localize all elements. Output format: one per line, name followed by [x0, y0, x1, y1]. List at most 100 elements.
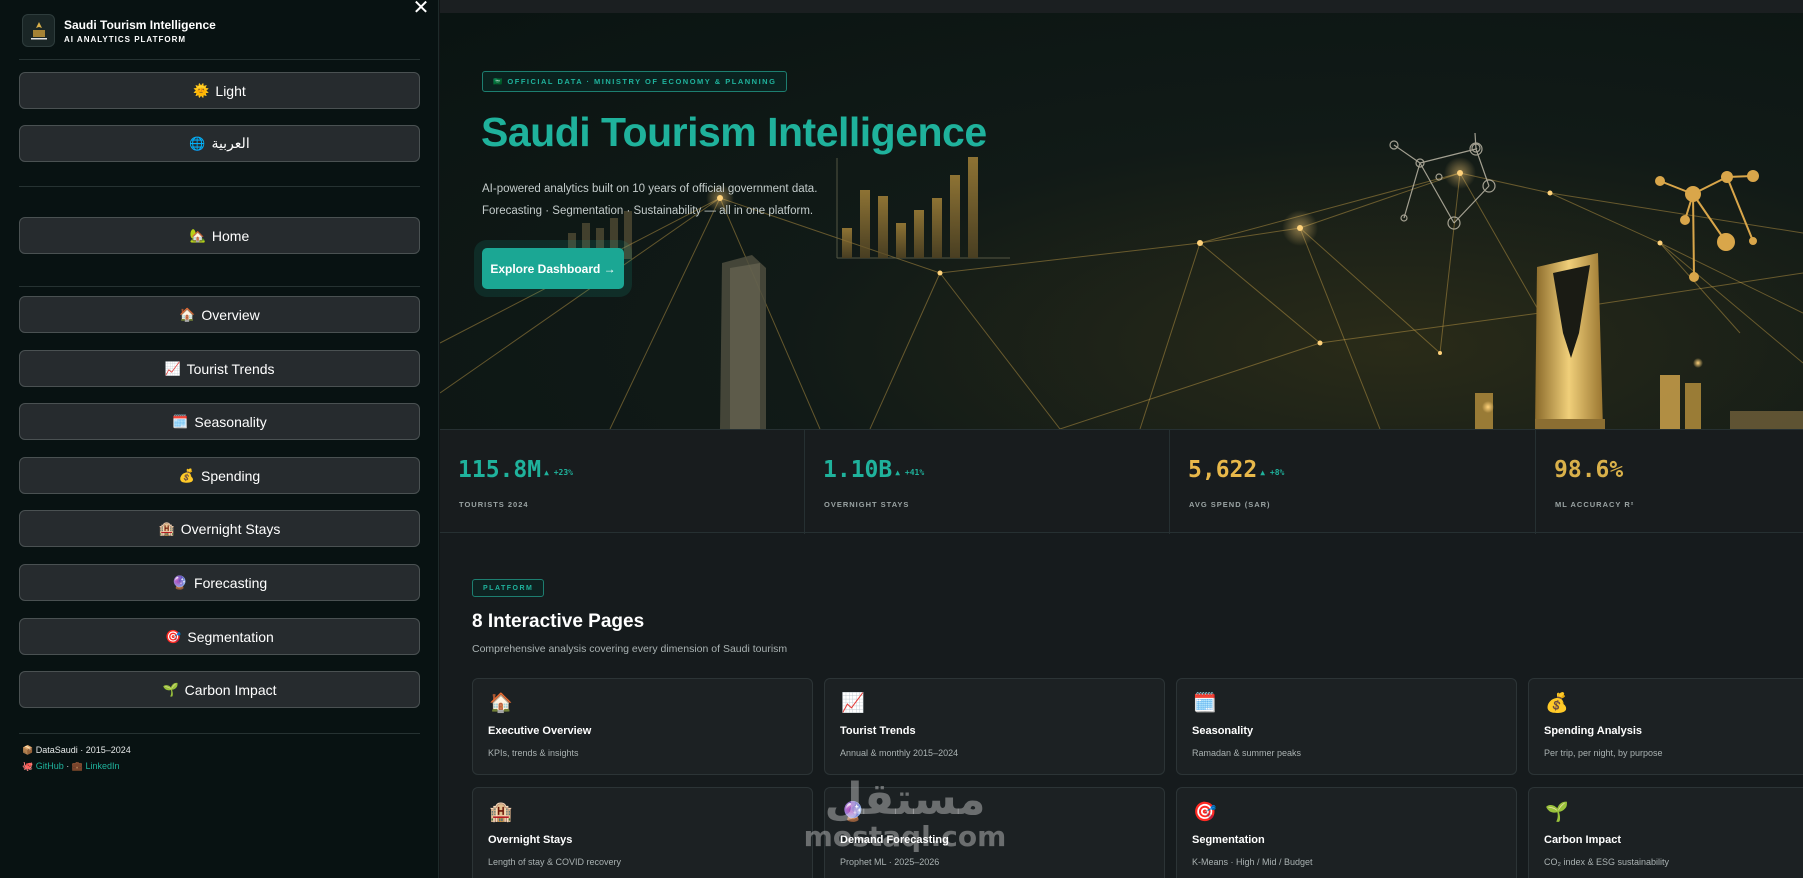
house-garden-icon: 🏡	[189, 227, 206, 243]
hotel-icon: 🏨	[489, 802, 513, 823]
kpi-delta: ▲ +8%	[1260, 468, 1285, 477]
sidebar-item-spending[interactable]: 💰 Spending	[19, 457, 420, 494]
separator: ·	[66, 761, 70, 771]
card-title: Segmentation	[1192, 834, 1265, 846]
hero-banner: 🇸🇦 OFFICIAL DATA · MINISTRY OF ECONOMY &…	[440, 13, 1803, 429]
sidebar-footer: 📦 DataSaudi · 2015–2024 🐙 GitHub · 💼 Lin…	[22, 742, 131, 774]
card-segmentation[interactable]: 🎯 Segmentation K-Means · High / Mid / Bu…	[1176, 787, 1517, 878]
sidebar: ✕ Saudi Tourism Intelligence AI ANALYTIC…	[0, 0, 439, 878]
linkedin-link[interactable]: LinkedIn	[86, 761, 120, 771]
card-description: K-Means · High / Mid / Budget	[1192, 857, 1313, 867]
card-title: Spending Analysis	[1544, 725, 1643, 737]
card-title: Tourist Trends	[840, 725, 916, 737]
kpi-label: ML ACCURACY R²	[1555, 500, 1635, 509]
sidebar-item-overview[interactable]: 🏠 Overview	[19, 296, 420, 333]
sidebar-item-label: Forecasting	[194, 574, 268, 591]
kpi-label: TOURISTS 2024	[459, 500, 529, 509]
sidebar-item-label: Overnight Stays	[180, 520, 281, 537]
target-icon: 🎯	[1193, 802, 1217, 823]
calendar-icon: 🗓️	[172, 413, 189, 429]
section-subtitle: Comprehensive analysis covering every di…	[472, 643, 788, 655]
seedling-icon: 🌱	[162, 681, 179, 697]
kpi-label: AVG SPEND (SAR)	[1189, 500, 1271, 509]
sidebar-item-home[interactable]: 🏡 Home	[19, 217, 420, 254]
sidebar-item-overnight-stays[interactable]: 🏨 Overnight Stays	[19, 510, 420, 547]
kpi-label: OVERNIGHT STAYS	[824, 500, 910, 509]
sun-icon: 🌞	[193, 82, 210, 98]
briefcase-icon: 💼	[71, 761, 83, 771]
card-description: Prophet ML · 2025–2026	[840, 857, 940, 867]
sidebar-item-label: Spending	[201, 467, 261, 484]
hero-description-line: Forecasting · Segmentation · Sustainabil…	[482, 205, 814, 217]
card-demand-forecasting[interactable]: 🔮 Demand Forecasting Prophet ML · 2025–2…	[824, 787, 1165, 878]
globe-icon: 🌐	[189, 135, 206, 151]
sidebar-item-segmentation[interactable]: 🎯 Segmentation	[19, 618, 420, 655]
sidebar-item-carbon-impact[interactable]: 🌱 Carbon Impact	[19, 671, 420, 708]
card-description: KPIs, trends & insights	[488, 748, 579, 758]
language-toggle-button[interactable]: 🌐 العربية	[19, 125, 420, 162]
kpi-value: 1.10B	[823, 457, 893, 483]
github-link[interactable]: GitHub	[36, 761, 64, 771]
sidebar-item-tourist-trends[interactable]: 📈 Tourist Trends	[19, 350, 420, 387]
chart-up-icon: 📈	[164, 360, 181, 376]
card-seasonality[interactable]: 🗓️ Seasonality Ramadan & summer peaks	[1176, 678, 1517, 775]
divider	[19, 733, 420, 734]
app-root: ✕ Saudi Tourism Intelligence AI ANALYTIC…	[0, 0, 1803, 878]
sidebar-item-forecasting[interactable]: 🔮 Forecasting	[19, 564, 420, 601]
close-sidebar-icon[interactable]: ✕	[411, 0, 431, 18]
money-bag-icon: 💰	[1545, 693, 1569, 714]
sidebar-item-label: Tourist Trends	[186, 360, 275, 377]
octopus-icon: 🐙	[22, 761, 34, 771]
crystal-ball-icon: 🔮	[841, 802, 865, 823]
theme-toggle-label: Light	[215, 82, 246, 99]
explore-dashboard-button[interactable]: Explore Dashboard →	[482, 248, 624, 289]
sidebar-item-label: Home	[211, 227, 250, 244]
brand: Saudi Tourism Intelligence AI ANALYTICS …	[22, 14, 216, 47]
card-tourist-trends[interactable]: 📈 Tourist Trends Annual & monthly 2015–2…	[824, 678, 1165, 775]
top-bar	[440, 0, 1803, 13]
kpi-delta: ▲ +23%	[544, 468, 573, 477]
card-executive-overview[interactable]: 🏠 Executive Overview KPIs, trends & insi…	[472, 678, 813, 775]
kpi-avg-spend: 5,622 ▲ +8% AVG SPEND (SAR)	[1170, 430, 1536, 534]
language-toggle-label: العربية	[211, 135, 250, 151]
kpi-strip: 115.8M ▲ +23% TOURISTS 2024 1.10B ▲ +41% O…	[440, 429, 1803, 534]
house-icon: 🏠	[489, 693, 513, 714]
card-title: Carbon Impact	[1544, 834, 1622, 846]
card-description: Length of stay & COVID recovery	[488, 857, 622, 867]
seedling-icon: 🌱	[1545, 802, 1569, 823]
money-bag-icon: 💰	[178, 467, 195, 483]
divider	[19, 186, 420, 187]
card-overnight-stays[interactable]: 🏨 Overnight Stays Length of stay & COVID…	[472, 787, 813, 878]
sidebar-item-label: Segmentation	[187, 628, 274, 645]
card-description: Annual & monthly 2015–2024	[840, 748, 959, 758]
kpi-overnight-stays: 1.10B ▲ +41% OVERNIGHT STAYS	[805, 430, 1170, 534]
card-title: Executive Overview	[488, 725, 592, 737]
kpi-value: 98.6%	[1554, 457, 1624, 483]
hero-title: Saudi Tourism Intelligence	[481, 109, 987, 155]
main-content: 🇸🇦 OFFICIAL DATA · MINISTRY OF ECONOMY &…	[440, 0, 1803, 878]
sidebar-item-seasonality[interactable]: 🗓️ Seasonality	[19, 403, 420, 440]
card-title: Seasonality	[1192, 725, 1254, 737]
brand-subtitle: AI ANALYTICS PLATFORM	[64, 35, 187, 44]
kpi-delta: ▲ +41%	[895, 468, 925, 477]
hero-description-line: AI-powered analytics built on 10 years o…	[482, 183, 818, 195]
official-data-badge: 🇸🇦 OFFICIAL DATA · MINISTRY OF ECONOMY &…	[482, 71, 788, 92]
theme-toggle-button[interactable]: 🌞 Light	[19, 72, 420, 109]
sidebar-item-label: Carbon Impact	[184, 681, 277, 698]
chart-up-icon: 📈	[841, 693, 865, 714]
divider	[19, 59, 420, 60]
card-spending-analysis[interactable]: 💰 Spending Analysis Per trip, per night,…	[1528, 678, 1803, 775]
sidebar-item-label: Seasonality	[194, 413, 267, 430]
target-icon: 🎯	[165, 628, 182, 644]
brand-logo	[22, 14, 55, 47]
hotel-icon: 🏨	[158, 520, 175, 536]
section-title: 8 Interactive Pages	[472, 611, 645, 632]
card-title: Demand Forecasting	[840, 834, 949, 846]
divider	[19, 286, 420, 287]
kpi-ml-accuracy: 98.6% ML ACCURACY R²	[1536, 430, 1803, 534]
card-title: Overnight Stays	[488, 834, 573, 846]
platform-badge: PLATFORM	[472, 579, 545, 597]
card-description: Ramadan & summer peaks	[1192, 748, 1302, 758]
card-carbon-impact[interactable]: 🌱 Carbon Impact CO₂ index & ESG sustaina…	[1528, 787, 1803, 878]
calendar-icon: 🗓️	[1193, 693, 1217, 714]
